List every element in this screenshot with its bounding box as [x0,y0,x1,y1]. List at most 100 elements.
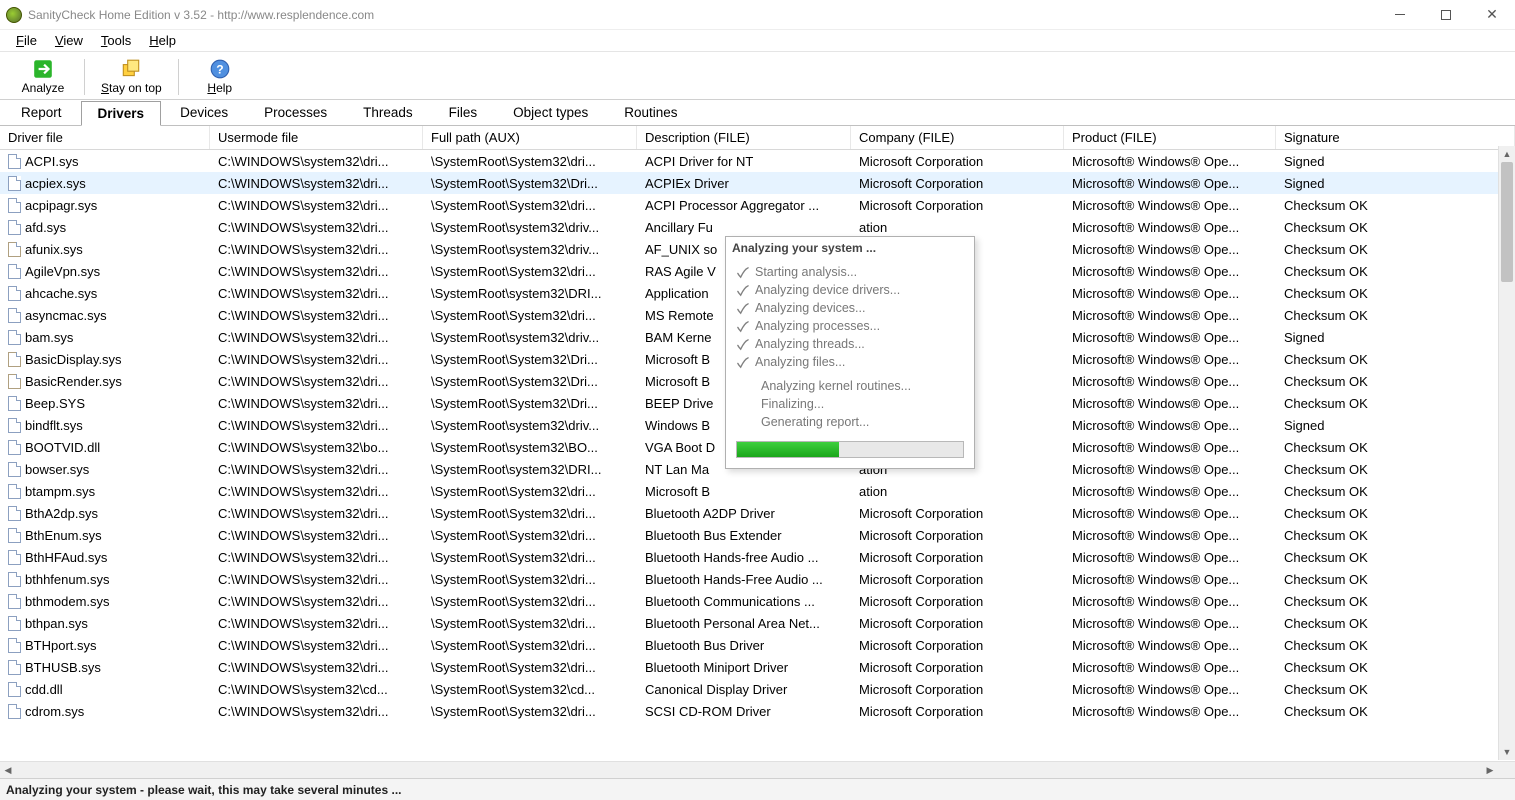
file-icon [8,638,21,653]
help-icon: ? [209,58,231,80]
cell: \SystemRoot\System32\Dri... [423,374,637,389]
help-button[interactable]: ? Help [185,56,255,97]
menubar: File View Tools Help [0,30,1515,52]
file-icon [8,572,21,587]
cell: Checksum OK [1276,396,1515,411]
check-icon [736,338,749,351]
cell: C:\WINDOWS\system32\dri... [210,572,423,587]
dialog-step: Generating report... [726,413,974,431]
tab-threads[interactable]: Threads [346,100,430,125]
dialog-step-label: Starting analysis... [755,265,857,279]
cell: Microsoft® Windows® Ope... [1064,550,1276,565]
app-icon [6,7,22,23]
scroll-up-arrow-icon[interactable]: ▲ [1499,146,1515,162]
table-row[interactable]: BTHport.sysC:\WINDOWS\system32\dri...\Sy… [0,634,1515,656]
menu-file[interactable]: File [8,31,45,50]
column-header[interactable]: Signature [1276,126,1515,149]
cell: Microsoft Corporation [851,638,1064,653]
cell: Signed [1276,330,1515,345]
column-header[interactable]: Driver file [0,126,210,149]
tab-routines[interactable]: Routines [607,100,694,125]
scroll-thumb[interactable] [1501,162,1513,282]
file-icon [8,506,21,521]
close-button[interactable]: ✕ [1469,0,1515,30]
table-row[interactable]: bthmodem.sysC:\WINDOWS\system32\dri...\S… [0,590,1515,612]
cell: Checksum OK [1276,286,1515,301]
scroll-down-arrow-icon[interactable]: ▼ [1499,744,1515,760]
horizontal-scrollbar[interactable]: ◀ ▶ [0,761,1515,778]
cell: C:\WINDOWS\system32\bo... [210,440,423,455]
cell: \SystemRoot\System32\cd... [423,682,637,697]
cell: C:\WINDOWS\system32\cd... [210,682,423,697]
analyze-label: Analyze [22,81,65,95]
tab-processes[interactable]: Processes [247,100,344,125]
dialog-step-label: Analyzing devices... [755,301,865,315]
scroll-right-arrow-icon[interactable]: ▶ [1482,762,1498,778]
table-row[interactable]: BthEnum.sysC:\WINDOWS\system32\dri...\Sy… [0,524,1515,546]
table-row[interactable]: afd.sysC:\WINDOWS\system32\dri...\System… [0,216,1515,238]
cell: Microsoft® Windows® Ope... [1064,528,1276,543]
column-header[interactable]: Product (FILE) [1064,126,1276,149]
cell: Microsoft® Windows® Ope... [1064,198,1276,213]
table-row[interactable]: bthpan.sysC:\WINDOWS\system32\dri...\Sys… [0,612,1515,634]
minimize-button[interactable] [1377,0,1423,30]
cell: Microsoft® Windows® Ope... [1064,506,1276,521]
table-row[interactable]: cdrom.sysC:\WINDOWS\system32\dri...\Syst… [0,700,1515,722]
menu-view[interactable]: View [47,31,91,50]
check-icon [736,356,749,369]
cell: Checksum OK [1276,638,1515,653]
cell: \SystemRoot\system32\driv... [423,418,637,433]
window-title: SanityCheck Home Edition v 3.52 - http:/… [28,8,374,22]
tab-files[interactable]: Files [432,100,495,125]
dialog-step-label: Analyzing kernel routines... [761,379,911,393]
cell: C:\WINDOWS\system32\dri... [210,264,423,279]
column-header[interactable]: Description (FILE) [637,126,851,149]
table-row[interactable]: BthA2dp.sysC:\WINDOWS\system32\dri...\Sy… [0,502,1515,524]
table-row[interactable]: acpipagr.sysC:\WINDOWS\system32\dri...\S… [0,194,1515,216]
column-header[interactable]: Company (FILE) [851,126,1064,149]
dialog-step-label: Generating report... [761,415,869,429]
tab-report[interactable]: Report [4,100,79,125]
dialog-step: Analyzing files... [726,353,974,371]
table-row[interactable]: acpiex.sysC:\WINDOWS\system32\dri...\Sys… [0,172,1515,194]
menu-tools[interactable]: Tools [93,31,139,50]
cell: Microsoft Corporation [851,506,1064,521]
table-row[interactable]: cdd.dllC:\WINDOWS\system32\cd...\SystemR… [0,678,1515,700]
table-row[interactable]: BTHUSB.sysC:\WINDOWS\system32\dri...\Sys… [0,656,1515,678]
tab-drivers[interactable]: Drivers [81,101,162,126]
column-header[interactable]: Full path (AUX) [423,126,637,149]
dialog-step: Analyzing device drivers... [726,281,974,299]
table-row[interactable]: bthhfenum.sysC:\WINDOWS\system32\dri...\… [0,568,1515,590]
menu-help[interactable]: Help [141,31,184,50]
cell: Bluetooth A2DP Driver [637,506,851,521]
tab-devices[interactable]: Devices [163,100,245,125]
table-row[interactable]: btampm.sysC:\WINDOWS\system32\dri...\Sys… [0,480,1515,502]
cell: Microsoft Corporation [851,176,1064,191]
cell: bthmodem.sys [0,594,210,609]
file-icon [8,220,21,235]
table-row[interactable]: BthHFAud.sysC:\WINDOWS\system32\dri...\S… [0,546,1515,568]
cell: Bluetooth Personal Area Net... [637,616,851,631]
table-row[interactable]: ACPI.sysC:\WINDOWS\system32\dri...\Syste… [0,150,1515,172]
cell: Microsoft Corporation [851,198,1064,213]
cell: ACPI Processor Aggregator ... [637,198,851,213]
analyze-button[interactable]: Analyze [8,56,78,97]
cell: C:\WINDOWS\system32\dri... [210,154,423,169]
column-header[interactable]: Usermode file [210,126,423,149]
cell: Checksum OK [1276,594,1515,609]
cell: Signed [1276,154,1515,169]
cell: C:\WINDOWS\system32\dri... [210,462,423,477]
stay-on-top-label: Stay on top [101,81,162,95]
cell: Checksum OK [1276,352,1515,367]
scroll-left-arrow-icon[interactable]: ◀ [0,762,16,778]
dialog-step-label: Analyzing device drivers... [755,283,900,297]
cell: Signed [1276,418,1515,433]
cell: Microsoft® Windows® Ope... [1064,396,1276,411]
cell: C:\WINDOWS\system32\dri... [210,506,423,521]
cell: BTHUSB.sys [0,660,210,675]
tab-object-types[interactable]: Object types [496,100,605,125]
maximize-button[interactable] [1423,0,1469,30]
vertical-scrollbar[interactable]: ▲ ▼ [1498,146,1515,760]
stay-on-top-button[interactable]: Stay on top [91,56,172,97]
cell: Bluetooth Bus Extender [637,528,851,543]
